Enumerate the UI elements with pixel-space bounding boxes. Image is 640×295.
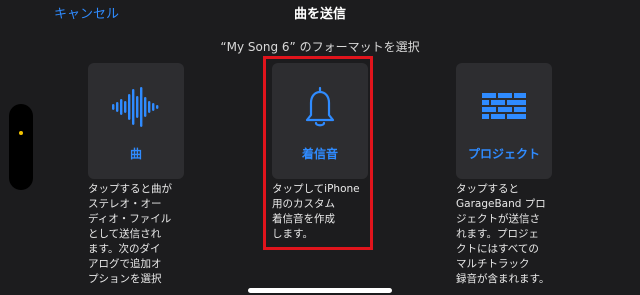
waveform-icon bbox=[112, 87, 159, 127]
project-option-tile[interactable]: プロジェクト bbox=[456, 63, 552, 179]
song-option-label: 曲 bbox=[129, 147, 142, 161]
home-indicator bbox=[248, 288, 392, 293]
format-prompt: “My Song 6” のフォーマットを選択 bbox=[220, 40, 420, 54]
project-option-label: プロジェクト bbox=[467, 147, 540, 161]
side-indicator-dot bbox=[19, 131, 23, 135]
project-option-description: タップすると GarageBand プロ ジェクトが送信さ れます。プロジェ ク… bbox=[456, 183, 550, 285]
song-option-description: タップすると曲が ステレオ・オー ディオ・ファイル として送信され ます。次のダ… bbox=[88, 183, 172, 285]
song-option-tile[interactable]: 曲 bbox=[88, 63, 184, 179]
bricks-icon bbox=[482, 93, 526, 119]
side-panel-handle[interactable] bbox=[9, 104, 33, 190]
page-title: 曲を送信 bbox=[293, 7, 346, 22]
selection-highlight-box bbox=[263, 56, 373, 250]
